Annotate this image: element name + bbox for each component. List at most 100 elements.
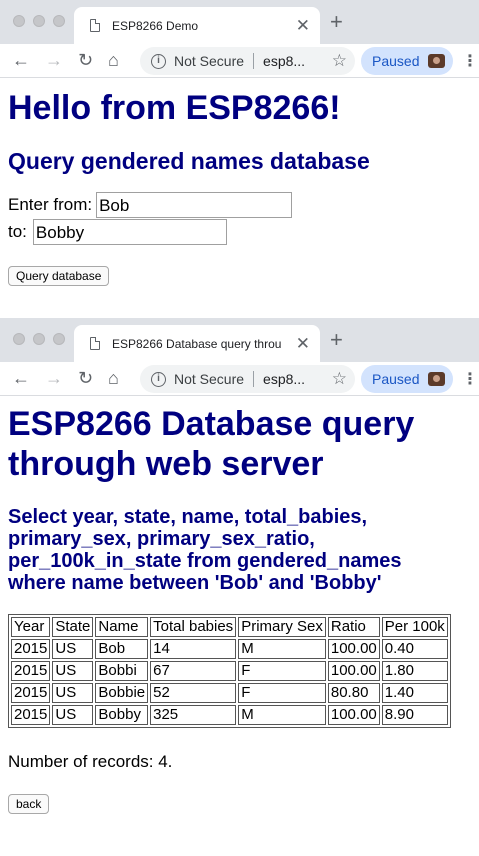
table-cell: US <box>52 705 94 725</box>
security-label: Not Secure <box>174 53 245 69</box>
close-window-button[interactable] <box>13 15 25 27</box>
document-icon <box>90 337 100 350</box>
minimize-window-button[interactable] <box>33 333 45 345</box>
page-title: ESP8266 Database query through web serve… <box>8 404 471 484</box>
table-cell: F <box>238 683 326 703</box>
profile-paused-button[interactable]: Paused <box>361 365 453 393</box>
new-tab-icon[interactable]: + <box>330 11 343 33</box>
reload-icon[interactable]: ↻ <box>78 50 93 70</box>
back-arrow-icon[interactable]: ← <box>12 50 30 70</box>
table-row: 2015 US Bobby 325 M 100.00 8.90 <box>11 705 448 725</box>
query-line: Select year, state, name, total_babies, <box>8 506 368 528</box>
table-cell: 100.00 <box>327 661 380 681</box>
table-cell: 67 <box>150 661 237 681</box>
table-cell: 2015 <box>11 661 51 681</box>
browser-tab[interactable]: ESP8266 Database query throu ✕ <box>74 325 320 362</box>
kebab-menu-icon[interactable]: ⋮ <box>462 369 478 389</box>
security-label: Not Secure <box>174 371 245 387</box>
close-icon[interactable]: ✕ <box>296 335 310 352</box>
query-line: per_100k_in_state from gendered_names <box>8 550 402 572</box>
browser-window-bottom: ESP8266 Database query throu ✕ + ← → ↻ ⌂… <box>0 318 479 856</box>
table-cell: US <box>52 683 94 703</box>
window-controls <box>13 15 65 27</box>
page-content: ESP8266 Database query through web serve… <box>0 404 479 814</box>
tab-strip: ESP8266 Database query throu ✕ + <box>0 318 479 362</box>
column-header: Name <box>95 617 149 637</box>
from-input[interactable] <box>96 192 293 218</box>
table-cell: M <box>238 705 326 725</box>
maximize-window-button[interactable] <box>53 333 65 345</box>
info-icon[interactable]: i <box>151 53 166 69</box>
record-count: Number of records: 4. <box>8 752 173 771</box>
table-row: 2015 US Bobbi 67 F 100.00 1.80 <box>11 661 448 681</box>
browser-window-top: ESP8266 Demo ✕ + ← → ↻ ⌂ i Not Secure es… <box>0 0 479 318</box>
back-button[interactable]: back <box>8 794 50 814</box>
query-database-button[interactable]: Query database <box>8 266 110 286</box>
table-cell: US <box>52 639 94 659</box>
info-icon[interactable]: i <box>151 371 166 387</box>
page-title: Hello from ESP8266! <box>8 89 341 127</box>
paused-label: Paused <box>372 53 420 69</box>
paused-label: Paused <box>372 371 420 387</box>
table-header-row: Year State Name Total babies Primary Sex… <box>11 617 448 637</box>
window-controls <box>13 333 65 345</box>
table-cell: Bobby <box>95 705 149 725</box>
column-header: Primary Sex <box>238 617 326 637</box>
browser-toolbar: ← → ↻ ⌂ i Not Secure esp8... ☆ Paused ⋮ <box>0 362 479 396</box>
maximize-window-button[interactable] <box>53 15 65 27</box>
tab-title: ESP8266 Database query throu <box>112 336 282 351</box>
url-text[interactable]: esp8... <box>263 53 305 69</box>
table-cell: 14 <box>150 639 237 659</box>
page-subtitle: Query gendered names database <box>8 148 370 174</box>
tab-title: ESP8266 Demo <box>112 18 199 33</box>
table-cell: 1.40 <box>381 683 448 703</box>
avatar <box>428 372 446 386</box>
to-input[interactable] <box>32 219 227 245</box>
table-cell: Bob <box>95 639 149 659</box>
reload-icon[interactable]: ↻ <box>78 368 93 388</box>
back-arrow-icon[interactable]: ← <box>12 368 30 388</box>
column-header: Per 100k <box>381 617 448 637</box>
forward-arrow-icon[interactable]: → <box>45 368 63 388</box>
omnibox-divider <box>253 371 255 387</box>
column-header: State <box>52 617 94 637</box>
table-row: 2015 US Bobbie 52 F 80.80 1.40 <box>11 683 448 703</box>
url-text[interactable]: esp8... <box>263 371 305 387</box>
close-icon[interactable]: ✕ <box>296 17 310 34</box>
address-bar[interactable]: i Not Secure esp8... ☆ <box>140 47 355 75</box>
table-cell: 2015 <box>11 705 51 725</box>
browser-toolbar: ← → ↻ ⌂ i Not Secure esp8... ☆ Paused ⋮ <box>0 44 479 78</box>
table-cell: 8.90 <box>381 705 448 725</box>
title-line: ESP8266 Database query <box>8 405 415 443</box>
title-line: through web server <box>8 445 324 483</box>
omnibox-divider <box>253 53 255 69</box>
table-row: 2015 US Bob 14 M 100.00 0.40 <box>11 639 448 659</box>
kebab-menu-icon[interactable]: ⋮ <box>462 51 478 71</box>
address-bar[interactable]: i Not Secure esp8... ☆ <box>140 365 355 393</box>
column-header: Ratio <box>327 617 380 637</box>
table-cell: 100.00 <box>327 705 380 725</box>
table-cell: 80.80 <box>327 683 380 703</box>
profile-paused-button[interactable]: Paused <box>361 47 453 75</box>
new-tab-icon[interactable]: + <box>330 329 343 351</box>
table-cell: US <box>52 661 94 681</box>
bookmark-star-icon[interactable]: ☆ <box>332 51 347 71</box>
column-header: Total babies <box>150 617 237 637</box>
table-cell: Bobbie <box>95 683 149 703</box>
table-cell: 325 <box>150 705 237 725</box>
table-cell: 52 <box>150 683 237 703</box>
tab-strip: ESP8266 Demo ✕ + <box>0 0 479 44</box>
bookmark-star-icon[interactable]: ☆ <box>332 369 347 389</box>
table-cell: Bobbi <box>95 661 149 681</box>
document-icon <box>90 19 100 32</box>
minimize-window-button[interactable] <box>33 15 45 27</box>
forward-arrow-icon[interactable]: → <box>45 50 63 70</box>
to-row: to: <box>8 219 471 245</box>
query-line: primary_sex, primary_sex_ratio, <box>8 528 315 550</box>
table-cell: 2015 <box>11 683 51 703</box>
from-label: Enter from: <box>8 195 93 214</box>
home-icon[interactable]: ⌂ <box>108 368 119 388</box>
close-window-button[interactable] <box>13 333 25 345</box>
browser-tab[interactable]: ESP8266 Demo ✕ <box>74 7 320 44</box>
home-icon[interactable]: ⌂ <box>108 50 119 70</box>
